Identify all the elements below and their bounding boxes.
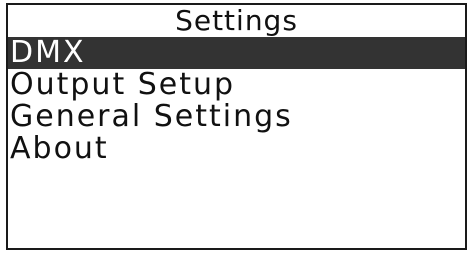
settings-screen: Settings DMX Output Setup General Settin… xyxy=(6,3,467,250)
menu-item-general-settings[interactable]: General Settings xyxy=(8,101,465,133)
menu-item-output-setup[interactable]: Output Setup xyxy=(8,69,465,101)
settings-menu: DMX Output Setup General Settings About xyxy=(8,37,465,165)
page-title: Settings xyxy=(175,4,298,37)
menu-item-dmx[interactable]: DMX xyxy=(8,37,465,69)
menu-item-about[interactable]: About xyxy=(8,133,465,165)
